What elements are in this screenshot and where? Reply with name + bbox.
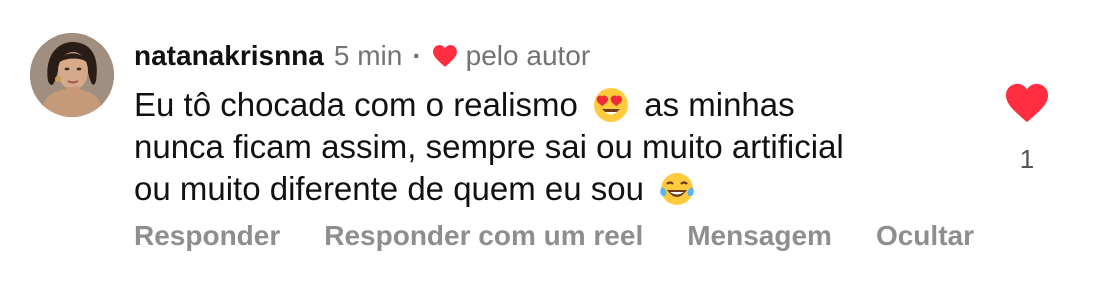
message-button[interactable]: Mensagem bbox=[687, 220, 832, 252]
comment-line-3: ou muito diferente de quem eu sou bbox=[134, 168, 964, 210]
comment-actions: Responder Responder com um reel Mensagem… bbox=[134, 220, 974, 252]
laughing-tears-emoji-icon bbox=[660, 173, 694, 205]
reply-button[interactable]: Responder bbox=[134, 220, 280, 252]
heart-eyes-emoji-icon bbox=[594, 88, 629, 122]
like-count[interactable]: 1 bbox=[1004, 144, 1050, 175]
comment-item: natanakrisnna 5 min · pelo autor Eu tô c… bbox=[0, 0, 1100, 287]
timestamp: 5 min bbox=[333, 40, 403, 71]
like-heart-icon[interactable] bbox=[1004, 82, 1050, 124]
liked-by-author-label: pelo autor bbox=[465, 40, 591, 71]
reply-with-reel-button[interactable]: Responder com um reel bbox=[324, 220, 643, 252]
comment-text-segment: as minhas bbox=[644, 86, 795, 123]
comment-text: Eu tô chocada com o realismo as minhas n… bbox=[134, 84, 964, 210]
comment-meta: natanakrisnna 5 min · pelo autor bbox=[134, 36, 590, 76]
hide-button[interactable]: Ocultar bbox=[876, 220, 974, 252]
author-liked-heart-icon bbox=[432, 45, 457, 67]
separator-dot: · bbox=[412, 40, 422, 71]
username[interactable]: natanakrisnna bbox=[134, 40, 324, 72]
avatar-image bbox=[30, 33, 114, 117]
comment-text-segment: Eu tô chocada com o realismo bbox=[134, 86, 578, 123]
comment-line-2: nunca ficam assim, sempre sai ou muito a… bbox=[134, 128, 844, 165]
comment-line-1: Eu tô chocada com o realismo as minhas bbox=[134, 84, 964, 126]
comment-text-segment: ou muito diferente de quem eu sou bbox=[134, 170, 645, 207]
avatar[interactable] bbox=[30, 33, 114, 117]
